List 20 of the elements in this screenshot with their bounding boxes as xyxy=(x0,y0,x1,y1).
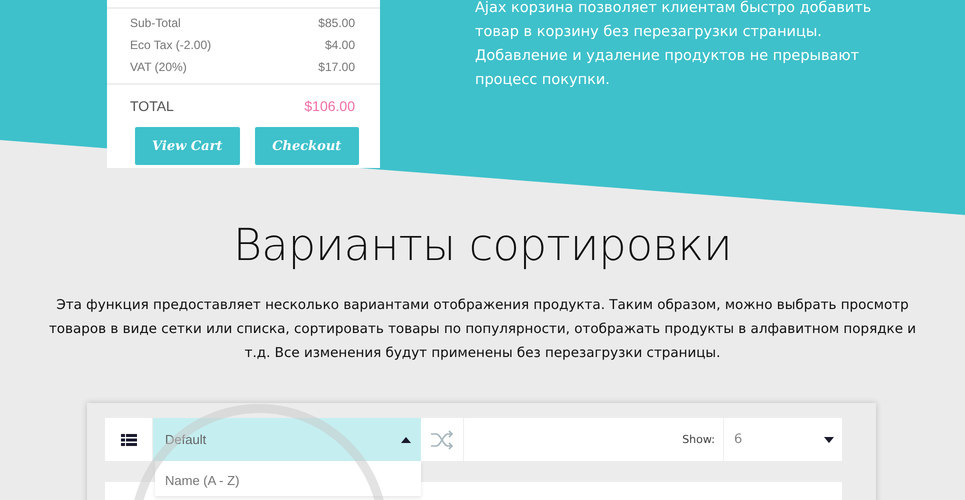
checkout-button[interactable]: Checkout xyxy=(254,127,359,165)
caret-icon xyxy=(401,436,411,442)
cart-row-amount: $85.00 xyxy=(318,15,355,32)
show-count-select[interactable]: 6 xyxy=(723,418,842,461)
cart-row-label: VAT (20%) xyxy=(130,59,187,76)
section-description: Эта функция предоставляет несколько вариантами отображения продукта. Таким образом, можно выбрать просмотр товаров в виде сетки или списка, сортировать товары по популярности, отображать продукты в алфавитном порядке и т.д. Все изменения будут применены без перезагрузки страницы. xyxy=(48,296,918,363)
total-amount: $106.00 xyxy=(304,97,355,116)
list-view-icon[interactable] xyxy=(120,434,136,446)
show-label: Show: xyxy=(682,433,716,446)
total-label: TOTAL xyxy=(130,97,174,116)
sort-select[interactable]: Default xyxy=(153,418,421,461)
view-cart-button[interactable]: View Cart xyxy=(135,127,240,165)
cart-row-amount: $17.00 xyxy=(318,59,355,76)
caret-icon xyxy=(824,436,834,442)
cart-row-amount: $4.00 xyxy=(324,37,355,54)
sort-option[interactable]: Name (A - Z) xyxy=(155,461,421,496)
cart-row-label: Sub-Total xyxy=(130,15,181,32)
ajax-cart-description: Ajax корзина позволяет клиентам быстро добавить товар в корзину без перезагрузки страницы. Добавление и удаление продуктов не прерывают процесс покупки. xyxy=(475,0,872,90)
cart-row-label: Eco Tax (-2.00) xyxy=(130,37,212,54)
section-title: Варианты сортировки xyxy=(232,220,733,271)
